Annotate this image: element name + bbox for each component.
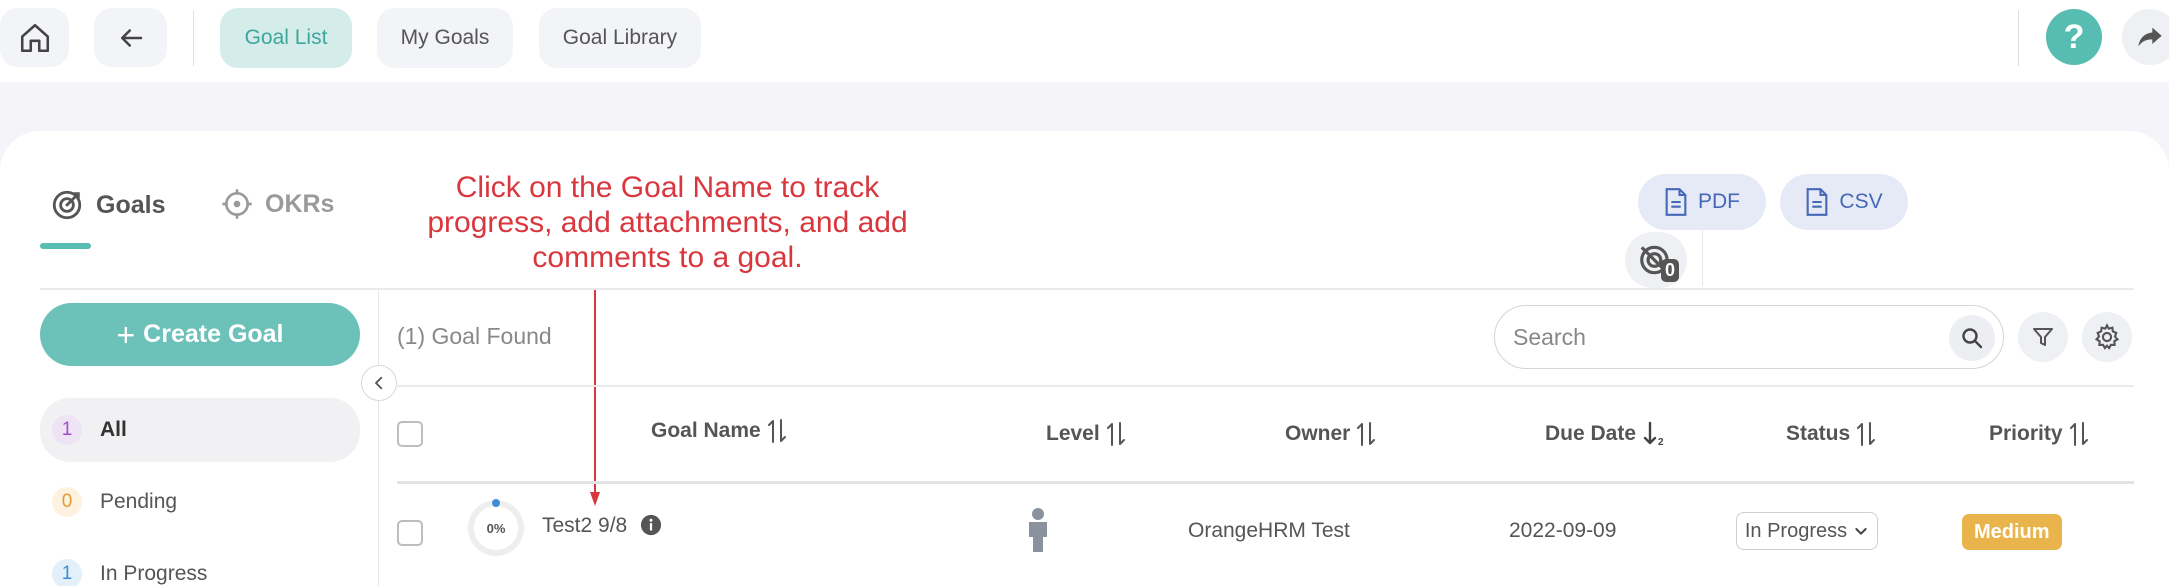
status-dropdown[interactable]: In Progress — [1736, 512, 1878, 550]
divider — [40, 288, 2134, 290]
search-box — [1494, 305, 2004, 369]
divider — [1702, 230, 1703, 286]
sort-icon — [2069, 422, 2088, 446]
arrow-left-icon — [120, 28, 142, 47]
plus-icon: + — [116, 316, 136, 353]
divider — [193, 10, 194, 66]
goal-target-icon — [52, 190, 82, 220]
status-value: In Progress — [1744, 519, 1848, 542]
column-header-priority[interactable]: Priority — [1989, 421, 2089, 447]
export-pdf-button[interactable]: PDF — [1638, 174, 1766, 230]
filter-count-badge: 1 — [52, 415, 82, 445]
search-icon — [1962, 328, 1983, 349]
tab-goal-library[interactable]: Goal Library — [539, 8, 701, 68]
filter-count-badge: 0 — [52, 487, 82, 517]
archived-count-badge: 0 — [1660, 259, 1679, 282]
filter-label: Pending — [100, 490, 178, 513]
filter-button[interactable] — [2018, 312, 2068, 362]
results-count: (1) Goal Found — [397, 323, 552, 349]
sort-icon — [1106, 422, 1125, 446]
help-button[interactable]: ? — [2046, 9, 2102, 65]
active-tab-indicator — [40, 243, 91, 249]
annotation-arrow — [590, 290, 600, 506]
chevron-down-icon — [1855, 528, 1867, 535]
priority-badge: Medium — [1962, 514, 2062, 550]
header-label: Priority — [1989, 422, 2063, 445]
due-date-cell: 2022-09-09 — [1509, 519, 1617, 542]
header-label: Level — [1046, 422, 1100, 445]
help-icon: ? — [2063, 17, 2085, 56]
filter-pending[interactable]: 0 Pending — [40, 470, 360, 534]
sort-descending-icon: 2 — [1643, 421, 1664, 447]
sort-icon — [767, 419, 786, 443]
tutorial-annotation: Click on the Goal Name to track progress… — [427, 171, 908, 274]
home-icon — [20, 23, 49, 52]
tab-okrs-label: OKRs — [265, 189, 335, 218]
progress-ring: 0% — [468, 499, 524, 556]
column-header-owner[interactable]: Owner — [1285, 421, 1376, 447]
tab-goals[interactable]: Goals — [50, 188, 165, 222]
filter-in-progress[interactable]: 1 In Progress — [40, 542, 360, 586]
share-button[interactable] — [2122, 9, 2169, 65]
select-all-checkbox[interactable] — [397, 421, 423, 447]
chevron-left-icon — [375, 376, 383, 390]
sort-icon — [1357, 422, 1376, 446]
header-label: Goal Name — [651, 419, 761, 442]
individual-level-icon — [1029, 508, 1047, 552]
tab-goal-list[interactable]: Goal List — [220, 8, 352, 68]
column-header-due-date[interactable]: Due Date 2 — [1545, 421, 1668, 447]
share-arrow-icon — [2138, 27, 2162, 47]
column-header-level[interactable]: Level — [1046, 421, 1126, 447]
back-button[interactable] — [94, 8, 167, 67]
sidebar-divider — [378, 290, 379, 586]
tab-goals-label: Goals — [96, 190, 166, 219]
header-label: Due Date — [1545, 422, 1637, 445]
goal-name-link[interactable]: Test2 9/8 — [542, 514, 627, 538]
column-header-status[interactable]: Status — [1786, 421, 1876, 447]
gear-icon — [2094, 323, 2120, 350]
document-icon — [1807, 188, 1828, 216]
document-icon — [1665, 188, 1687, 216]
funnel-icon — [2033, 328, 2053, 346]
archived-goals-button[interactable]: 0 — [1625, 232, 1687, 288]
svg-text:2: 2 — [1658, 437, 1664, 447]
progress-label: 0% — [487, 521, 506, 536]
home-button[interactable] — [0, 8, 69, 67]
filter-count-badge: 1 — [52, 559, 82, 586]
tab-my-goals[interactable]: My Goals — [377, 8, 513, 68]
table-header-divider — [397, 481, 2134, 484]
divider — [397, 385, 2134, 387]
top-nav-bar: Goal List My Goals Goal Library ? — [0, 0, 2169, 82]
pdf-label: PDF — [1698, 190, 1740, 213]
row-checkbox[interactable] — [397, 520, 423, 546]
header-label: Owner — [1285, 422, 1351, 445]
create-goal-label: Create Goal — [143, 320, 284, 348]
divider — [2018, 10, 2019, 66]
settings-button[interactable] — [2082, 312, 2132, 362]
filter-all[interactable]: 1 All — [40, 398, 360, 462]
header-label: Status — [1786, 422, 1851, 445]
column-header-goal-name[interactable]: Goal Name — [651, 418, 787, 444]
tab-okrs[interactable]: OKRs — [221, 188, 334, 220]
crosshair-icon — [222, 189, 252, 219]
search-input[interactable] — [1513, 320, 1913, 354]
search-button[interactable] — [1949, 315, 1995, 361]
export-csv-button[interactable]: CSV — [1780, 174, 1908, 230]
filter-label: All — [100, 418, 127, 441]
filter-label: In Progress — [100, 562, 208, 585]
sort-icon — [1857, 422, 1876, 446]
owner-cell: OrangeHRM Test — [1188, 519, 1350, 542]
create-goal-button[interactable]: + Create Goal — [40, 303, 360, 366]
info-icon[interactable] — [640, 514, 662, 536]
csv-label: CSV — [1839, 190, 1883, 213]
collapse-sidebar-button[interactable] — [361, 365, 397, 401]
